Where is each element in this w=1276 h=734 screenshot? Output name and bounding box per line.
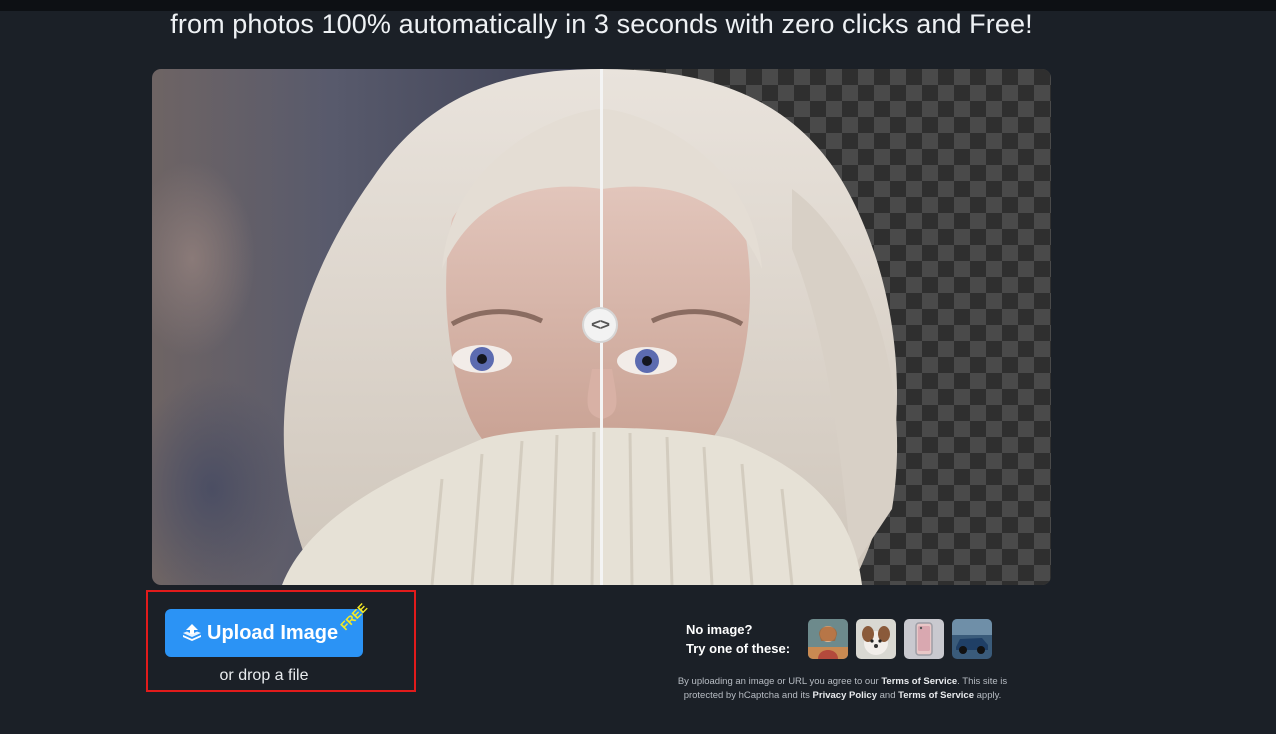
sample-dog-thumb[interactable] [856,619,896,659]
sample-car-thumb[interactable] [952,619,992,659]
sample-phone-thumb[interactable] [904,619,944,659]
legal-notice: By uploading an image or URL you agree t… [677,676,1008,701]
before-after-comparison[interactable]: <> [152,69,1051,585]
upload-button-label: Upload Image [207,621,339,644]
upload-layers-icon [183,624,201,641]
page-headline: from photos 100% automatically in 3 seco… [170,9,1033,39]
sample-prompt: No image? Try one of these: [686,620,790,658]
slider-handle-icon[interactable]: <> [582,307,618,343]
terms-of-service-link-2[interactable]: Terms of Service [898,690,974,701]
sample-prompt-line1: No image? [686,622,753,637]
sample-prompt-line2: Try one of these: [686,641,791,656]
sample-woman-thumb[interactable] [808,619,848,659]
terms-of-service-link[interactable]: Terms of Service [881,676,957,687]
privacy-policy-link[interactable]: Privacy Policy [813,690,877,701]
drop-file-text: or drop a file [219,667,309,684]
upload-image-button[interactable]: Upload Image [165,609,363,657]
